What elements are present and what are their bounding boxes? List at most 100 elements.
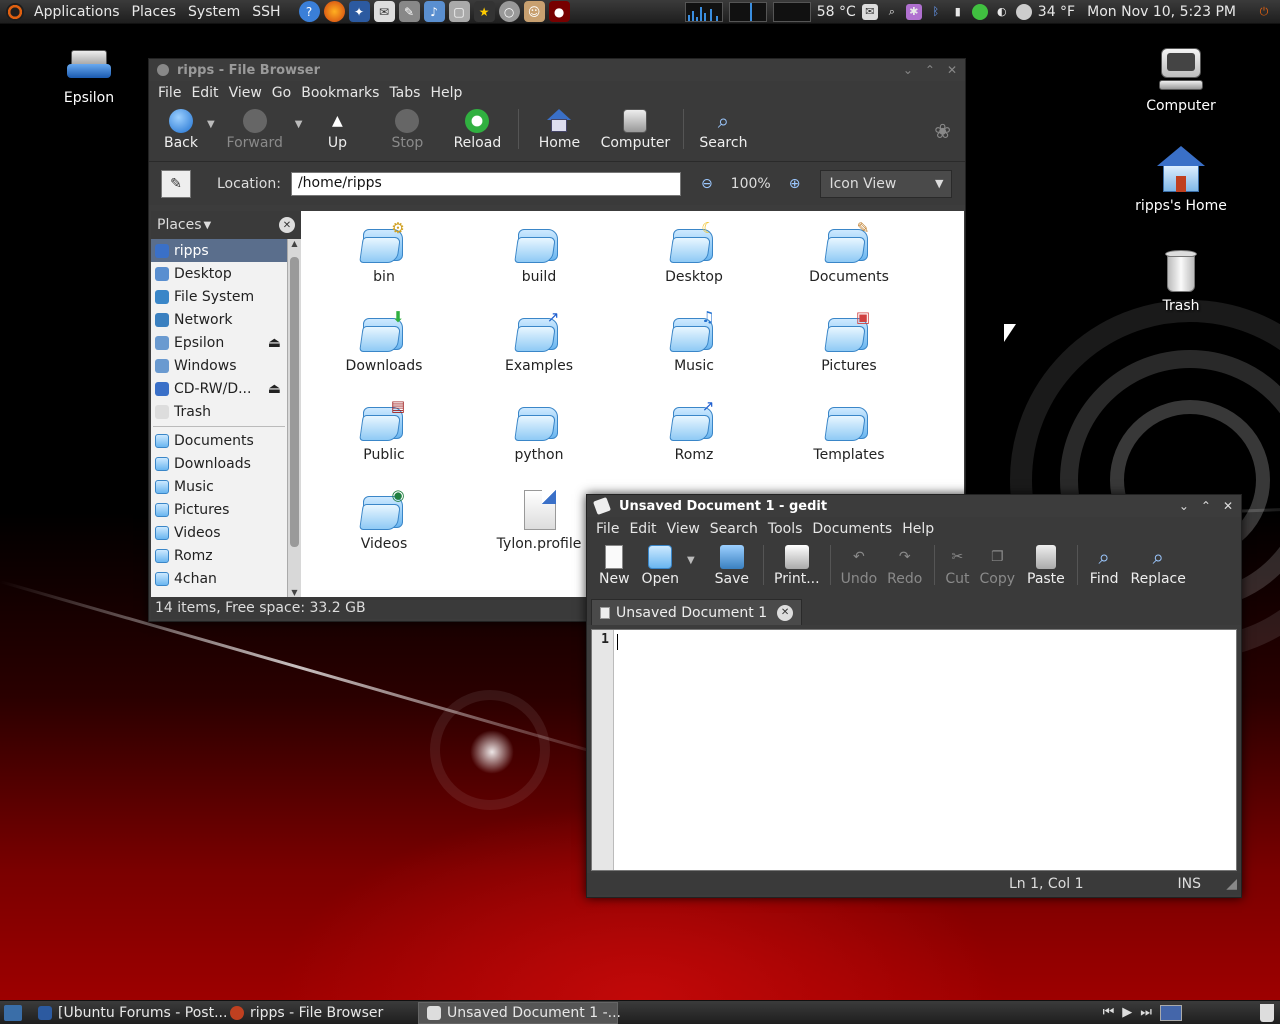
reload-button[interactable]: Reload bbox=[442, 109, 512, 151]
desktop-icon-computer[interactable]: Computer bbox=[1140, 46, 1222, 114]
undo-button[interactable]: ↶ Undo bbox=[837, 545, 882, 587]
back-history-dropdown[interactable]: ▼ bbox=[207, 109, 215, 130]
file-item-tylon-profile[interactable]: Tylon.profile bbox=[474, 488, 604, 552]
menu-search[interactable]: Search bbox=[705, 521, 763, 537]
cpu-graph[interactable] bbox=[684, 1, 723, 22]
chevron-down-icon[interactable]: ▼ bbox=[204, 220, 212, 231]
find-button[interactable]: ⌕ Find bbox=[1084, 545, 1125, 587]
file-item-desktop[interactable]: ☾ Desktop bbox=[629, 219, 759, 285]
network-graph[interactable] bbox=[772, 1, 811, 22]
new-button[interactable]: New bbox=[595, 545, 634, 587]
bookmark-pictures[interactable]: Pictures bbox=[151, 498, 287, 521]
text-area[interactable] bbox=[614, 630, 1236, 870]
memory-graph[interactable] bbox=[728, 1, 767, 22]
tab-unsaved-document-1[interactable]: Unsaved Document 1 ✕ bbox=[591, 599, 803, 625]
maximize-button[interactable]: ⌃ bbox=[925, 63, 935, 77]
close-sidebar-icon[interactable]: ✕ bbox=[279, 217, 295, 233]
play-icon[interactable]: ▶ bbox=[1122, 1005, 1132, 1020]
firefox-icon[interactable] bbox=[323, 1, 345, 22]
gedit-window[interactable]: Unsaved Document 1 - gedit ⌄ ⌃ ✕ File Ed… bbox=[586, 494, 1242, 898]
gedit-icon[interactable]: ★ bbox=[473, 1, 495, 22]
ubuntu-logo-icon[interactable] bbox=[6, 2, 24, 21]
close-button[interactable]: ✕ bbox=[1223, 499, 1233, 513]
music-player-icon[interactable]: ♪ bbox=[423, 1, 445, 22]
file-item-templates[interactable]: Templates bbox=[784, 399, 914, 463]
menu-bookmarks[interactable]: Bookmarks bbox=[296, 85, 384, 101]
menu-documents[interactable]: Documents bbox=[807, 521, 897, 537]
bookmark-videos[interactable]: Videos bbox=[151, 521, 287, 544]
gedit-titlebar[interactable]: Unsaved Document 1 - gedit ⌄ ⌃ ✕ bbox=[587, 495, 1241, 517]
signal-icon[interactable]: ▮ bbox=[950, 4, 966, 20]
logout-icon[interactable]: ⏻ bbox=[1256, 4, 1272, 20]
file-item-examples[interactable]: ↗ Examples bbox=[474, 308, 604, 374]
menu-file[interactable]: File bbox=[153, 85, 186, 101]
file-item-documents[interactable]: ✎ Documents bbox=[784, 219, 914, 285]
weather-icon[interactable] bbox=[1015, 3, 1032, 20]
file-item-public[interactable]: ▤ Public bbox=[319, 397, 449, 463]
desktop-icon-epsilon[interactable]: Epsilon bbox=[58, 38, 120, 106]
close-button[interactable]: ✕ bbox=[947, 63, 957, 77]
settings-icon[interactable]: ✱ bbox=[905, 3, 922, 20]
forward-button[interactable]: Forward bbox=[215, 109, 295, 151]
menu-edit[interactable]: Edit bbox=[186, 85, 223, 101]
cpu-temperature[interactable]: 58 °C bbox=[817, 4, 856, 20]
scrollbar-thumb[interactable] bbox=[290, 257, 299, 547]
sidebar-item-file-system[interactable]: File System bbox=[151, 285, 287, 308]
bookmark-romz[interactable]: Romz bbox=[151, 544, 287, 567]
file-item-music[interactable]: ♫ Music bbox=[629, 308, 759, 374]
file-item-python[interactable]: python bbox=[474, 399, 604, 463]
search-icon[interactable]: ⌕ bbox=[884, 4, 900, 20]
sidebar-item-windows[interactable]: Windows bbox=[151, 354, 287, 377]
menu-system[interactable]: System bbox=[182, 4, 246, 20]
mail-icon[interactable]: ✉ bbox=[373, 1, 395, 22]
app-launcher-icon[interactable]: ● bbox=[548, 1, 570, 22]
maximize-button[interactable]: ⌃ bbox=[1201, 499, 1211, 513]
pidgin-icon[interactable]: ☺ bbox=[523, 1, 545, 22]
open-recent-dropdown[interactable]: ▼ bbox=[687, 545, 695, 566]
menu-edit[interactable]: Edit bbox=[624, 521, 661, 537]
file-item-pictures[interactable]: ▣ Pictures bbox=[784, 308, 914, 374]
menu-help[interactable]: Help bbox=[425, 85, 467, 101]
sidebar-item-desktop[interactable]: Desktop bbox=[151, 262, 287, 285]
show-desktop-icon[interactable] bbox=[4, 1004, 22, 1021]
search-button[interactable]: ⌕ Search bbox=[690, 109, 756, 151]
desktop-icon-home[interactable]: ripps's Home bbox=[1132, 146, 1230, 214]
print-button[interactable]: Print... bbox=[770, 545, 824, 587]
location-input[interactable]: /home/ripps bbox=[290, 171, 681, 196]
menu-applications[interactable]: Applications bbox=[28, 4, 126, 20]
search-tool-icon[interactable]: ○ bbox=[498, 1, 520, 22]
menu-file[interactable]: File bbox=[591, 521, 624, 537]
menu-tools[interactable]: Tools bbox=[763, 521, 808, 537]
trash-applet-icon[interactable] bbox=[1260, 1003, 1274, 1022]
menu-places[interactable]: Places bbox=[126, 4, 183, 20]
file-item-videos[interactable]: ◉ Videos bbox=[319, 486, 449, 552]
bluetooth-icon[interactable]: ᛒ bbox=[928, 4, 944, 20]
computer-button[interactable]: Computer bbox=[593, 109, 677, 151]
resize-grip-icon[interactable]: ◢ bbox=[1226, 876, 1237, 892]
stop-button[interactable]: Stop bbox=[372, 109, 442, 151]
menu-go[interactable]: Go bbox=[267, 85, 296, 101]
file-browser-titlebar[interactable]: ripps - File Browser ⌄ ⌃ ✕ bbox=[149, 59, 965, 81]
sidebar-scrollbar[interactable]: ▲ ▼ bbox=[287, 239, 301, 597]
copy-button[interactable]: ❐ Copy bbox=[973, 545, 1021, 587]
bookmark-4chan[interactable]: 4chan bbox=[151, 567, 287, 590]
volume-icon[interactable]: ◐ bbox=[994, 4, 1010, 20]
previous-track-icon[interactable]: ⏮ bbox=[1103, 1005, 1115, 1020]
close-tab-icon[interactable]: ✕ bbox=[777, 604, 794, 621]
menu-view[interactable]: View bbox=[662, 521, 705, 537]
mail-notify-icon[interactable]: ✉ bbox=[861, 3, 878, 20]
task-ubuntu-forums[interactable]: [Ubuntu Forums - Post... bbox=[30, 1002, 227, 1024]
eject-icon[interactable]: ⏏ bbox=[268, 381, 281, 397]
gimp-icon[interactable]: ✎ bbox=[398, 1, 420, 22]
task-gedit[interactable]: Unsaved Document 1 -... bbox=[418, 1001, 621, 1024]
sidebar-item-cd-rw-d[interactable]: CD-RW/D... ⏏ bbox=[151, 377, 287, 400]
task-file-browser[interactable]: ripps - File Browser bbox=[222, 1002, 418, 1024]
toggle-location-mode-button[interactable]: ✎ bbox=[161, 169, 191, 198]
file-item-bin[interactable]: ⚙ bin bbox=[319, 219, 449, 285]
cut-button[interactable]: ✂ Cut bbox=[941, 545, 973, 587]
up-button[interactable]: ▲ Up bbox=[302, 109, 372, 151]
places-dropdown[interactable]: Places bbox=[157, 217, 202, 233]
save-button[interactable]: Save bbox=[707, 545, 757, 587]
workspace-switcher-icon[interactable] bbox=[1160, 1004, 1182, 1021]
desktop-icon-trash[interactable]: Trash bbox=[1150, 246, 1212, 314]
